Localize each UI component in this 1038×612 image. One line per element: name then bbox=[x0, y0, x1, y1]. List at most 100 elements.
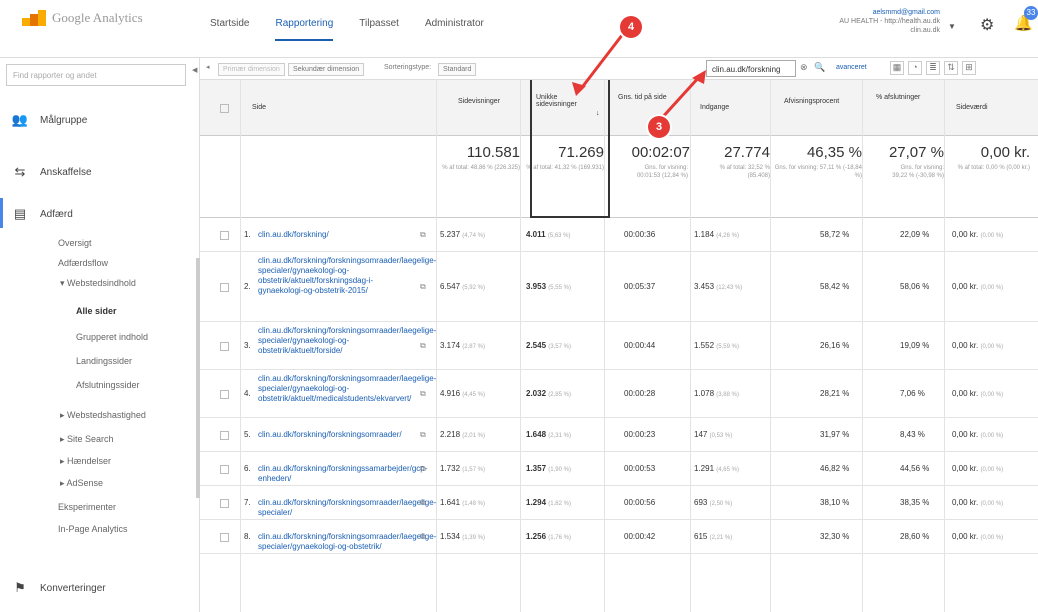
open-page-icon[interactable]: ⧉ bbox=[420, 341, 426, 351]
sidebar-sub-eksperimenter[interactable]: Eksperimenter bbox=[58, 502, 116, 512]
cell-value: 1.294 bbox=[526, 498, 547, 507]
tab-startside[interactable]: Startside bbox=[210, 18, 249, 41]
sidebar-sub-adfaerdsflow[interactable]: Adfærdsflow bbox=[58, 258, 108, 268]
cell-percent: (0,00 %) bbox=[980, 392, 1004, 398]
notification-badge: 33 bbox=[1024, 6, 1038, 20]
sidebar-sub-webstedshastighed[interactable]: ▸ Webstedshastighed bbox=[60, 410, 146, 421]
sidebar-collapse-icon[interactable]: ◀ bbox=[192, 66, 197, 74]
cell-value: 0,00 kr. bbox=[952, 498, 979, 507]
cell-percent: (1,82 %) bbox=[548, 501, 571, 507]
col-header-afslutninger[interactable]: % afslutninger bbox=[876, 94, 930, 101]
open-page-icon[interactable]: ⧉ bbox=[420, 532, 426, 542]
sidebar-search-input[interactable]: Find rapporter og andet bbox=[6, 64, 186, 86]
primary-dimension-button[interactable]: Primær dimension bbox=[218, 63, 285, 76]
cell-afvisning: 58,72 % bbox=[820, 230, 850, 239]
page-link[interactable]: clin.au.dk/forskning/forskningsomraader/… bbox=[258, 374, 436, 404]
sort-desc-icon[interactable]: ↓ bbox=[596, 110, 600, 117]
sidebar-sub-in-page-analytics[interactable]: In-Page Analytics bbox=[58, 524, 128, 534]
page-link[interactable]: clin.au.dk/forskning/forskningsomraader/ bbox=[258, 430, 416, 440]
page-link[interactable]: clin.au.dk/forskning/forskningsomraader/… bbox=[258, 532, 436, 552]
open-page-icon[interactable]: ⧉ bbox=[420, 282, 426, 292]
cell-value: 2.032 bbox=[526, 389, 547, 398]
row-checkbox[interactable] bbox=[220, 533, 229, 542]
clear-filter-icon[interactable]: ⊗ bbox=[800, 62, 808, 73]
row-checkbox[interactable] bbox=[220, 499, 229, 508]
secondary-dimension-dropdown[interactable]: Sekundær dimension bbox=[288, 63, 365, 76]
sidebar-sub-landingssider[interactable]: Landingssider bbox=[76, 356, 132, 366]
col-header-gns-tid[interactable]: Gns. tid på side bbox=[618, 94, 678, 101]
col-header-sidevaerdi[interactable]: Sideværdi bbox=[956, 104, 988, 111]
table-row: 7. clin.au.dk/forskning/forskningsomraade… bbox=[200, 486, 1038, 520]
cell-sidevisninger: 1.732 (1,57 %) bbox=[440, 464, 485, 473]
sidebar-sub-alle-sider[interactable]: Alle sider bbox=[76, 306, 117, 316]
sidebar-sub-oversigt[interactable]: Oversigt bbox=[58, 238, 92, 248]
total-sub-indgange: % af total: 32,52 % (85.408) bbox=[719, 165, 770, 179]
google-analytics-logo[interactable]: Google Analytics bbox=[22, 10, 143, 26]
gear-icon[interactable]: ⚙ bbox=[980, 15, 994, 35]
account-dropdown-icon[interactable]: ▼ bbox=[948, 22, 956, 31]
page-link[interactable]: clin.au.dk/forskning/ bbox=[258, 230, 416, 240]
cell-sidevaerdi: 0,00 kr. (0,00 %) bbox=[952, 430, 1003, 439]
cell-tid: 00:00:42 bbox=[624, 532, 656, 541]
cell-value: 1.078 bbox=[694, 389, 715, 398]
cell-unikke: 1.357 (1,90 %) bbox=[526, 464, 571, 473]
col-header-afvisningsprocent[interactable]: Afvisningsprocent bbox=[784, 98, 839, 105]
cell-indgange: 1.552 (5,59 %) bbox=[694, 341, 739, 350]
cell-value: 1.256 bbox=[526, 532, 547, 541]
col-header-side[interactable]: Side bbox=[252, 104, 266, 111]
col-header-sidevisninger[interactable]: Sidevisninger bbox=[458, 98, 500, 105]
sidebar-item-konverteringer[interactable]: ⚑ Konverteringer bbox=[0, 566, 200, 610]
sidebar-sub-adsense[interactable]: ▸ AdSense bbox=[60, 478, 103, 489]
people-icon: 👥 bbox=[11, 112, 29, 127]
sidebar-sub-afslutningssider[interactable]: Afslutningssider bbox=[76, 380, 140, 390]
sidebar-sub-haendelser[interactable]: ▸ Hændelser bbox=[60, 456, 111, 467]
select-all-checkbox[interactable] bbox=[220, 104, 229, 113]
row-checkbox[interactable] bbox=[220, 283, 229, 292]
sidebar-item-adfaerd[interactable]: ▤ Adfærd bbox=[0, 192, 200, 236]
tab-administrator[interactable]: Administrator bbox=[425, 18, 484, 41]
row-checkbox[interactable] bbox=[220, 231, 229, 240]
page-link[interactable]: clin.au.dk/forskning/forskningsomraader/… bbox=[258, 256, 436, 296]
pivot-view-icon[interactable]: ⊞ bbox=[962, 61, 976, 75]
sidebar-sub-webstedsindhold[interactable]: ▾ Webstedsindhold bbox=[60, 278, 136, 289]
search-icon[interactable]: 🔍 bbox=[814, 62, 825, 73]
row-checkbox[interactable] bbox=[220, 342, 229, 351]
row-checkbox[interactable] bbox=[220, 390, 229, 399]
col-header-indgange[interactable]: Indgange bbox=[700, 104, 729, 111]
page-link[interactable]: clin.au.dk/forskning/forskningssamarbejd… bbox=[258, 464, 427, 484]
sidebar-item-maalgruppe[interactable]: 👥 Målgruppe bbox=[0, 98, 200, 142]
chevron-left-icon[interactable]: ◂ bbox=[206, 63, 210, 71]
row-checkbox[interactable] bbox=[220, 431, 229, 440]
comparison-view-icon[interactable]: ⇅ bbox=[944, 61, 958, 75]
cell-percent: (1,76 %) bbox=[548, 535, 571, 541]
open-page-icon[interactable]: ⧉ bbox=[420, 389, 426, 399]
sidebar-sub-grupperet-indhold[interactable]: Grupperet indhold bbox=[76, 332, 148, 342]
cell-tid: 00:00:23 bbox=[624, 430, 656, 439]
pie-view-icon[interactable]: ◔ bbox=[908, 61, 922, 75]
cell-sidevisninger: 1.641 (1,48 %) bbox=[440, 498, 485, 507]
page-link[interactable]: clin.au.dk/forskning/forskningsomraader/… bbox=[258, 498, 436, 518]
sidebar-sub-site-search[interactable]: ▸ Site Search bbox=[60, 434, 114, 445]
table-view-icon[interactable]: ▦ bbox=[890, 61, 904, 75]
table-header: Side Sidevisninger Unikke sidevisninger … bbox=[200, 80, 1038, 136]
top-bar: Google Analytics Startside Rapportering … bbox=[0, 0, 1038, 58]
open-page-icon[interactable]: ⧉ bbox=[420, 498, 426, 508]
tab-tilpasset[interactable]: Tilpasset bbox=[359, 18, 399, 41]
cell-tid: 00:00:56 bbox=[624, 498, 656, 507]
row-checkbox[interactable] bbox=[220, 465, 229, 474]
tab-rapportering[interactable]: Rapportering bbox=[275, 18, 334, 41]
page-link[interactable]: clin.au.dk/forskning/forskningsomraader/… bbox=[258, 326, 436, 356]
sort-type-dropdown[interactable]: Standard bbox=[438, 63, 477, 76]
performance-view-icon[interactable]: ≣ bbox=[926, 61, 940, 75]
sidebar-item-anskaffelse[interactable]: ⇆ Anskaffelse bbox=[0, 150, 200, 194]
table-filter-input[interactable]: clin.au.dk/forskning bbox=[706, 60, 796, 77]
col-divider bbox=[240, 80, 241, 612]
open-page-icon[interactable]: ⧉ bbox=[420, 464, 426, 474]
account-selector[interactable]: aelsmmd@gmail.com AU HEALTH - http://hea… bbox=[800, 8, 940, 35]
col-header-unikke-sidevisninger[interactable]: Unikke sidevisninger bbox=[536, 94, 596, 108]
cell-afvisning: 31,97 % bbox=[820, 430, 850, 439]
open-page-icon[interactable]: ⧉ bbox=[420, 230, 426, 240]
advanced-filter-link[interactable]: avanceret bbox=[836, 64, 867, 71]
open-page-icon[interactable]: ⧉ bbox=[420, 430, 426, 440]
cell-percent: (3,88 %) bbox=[716, 392, 739, 398]
